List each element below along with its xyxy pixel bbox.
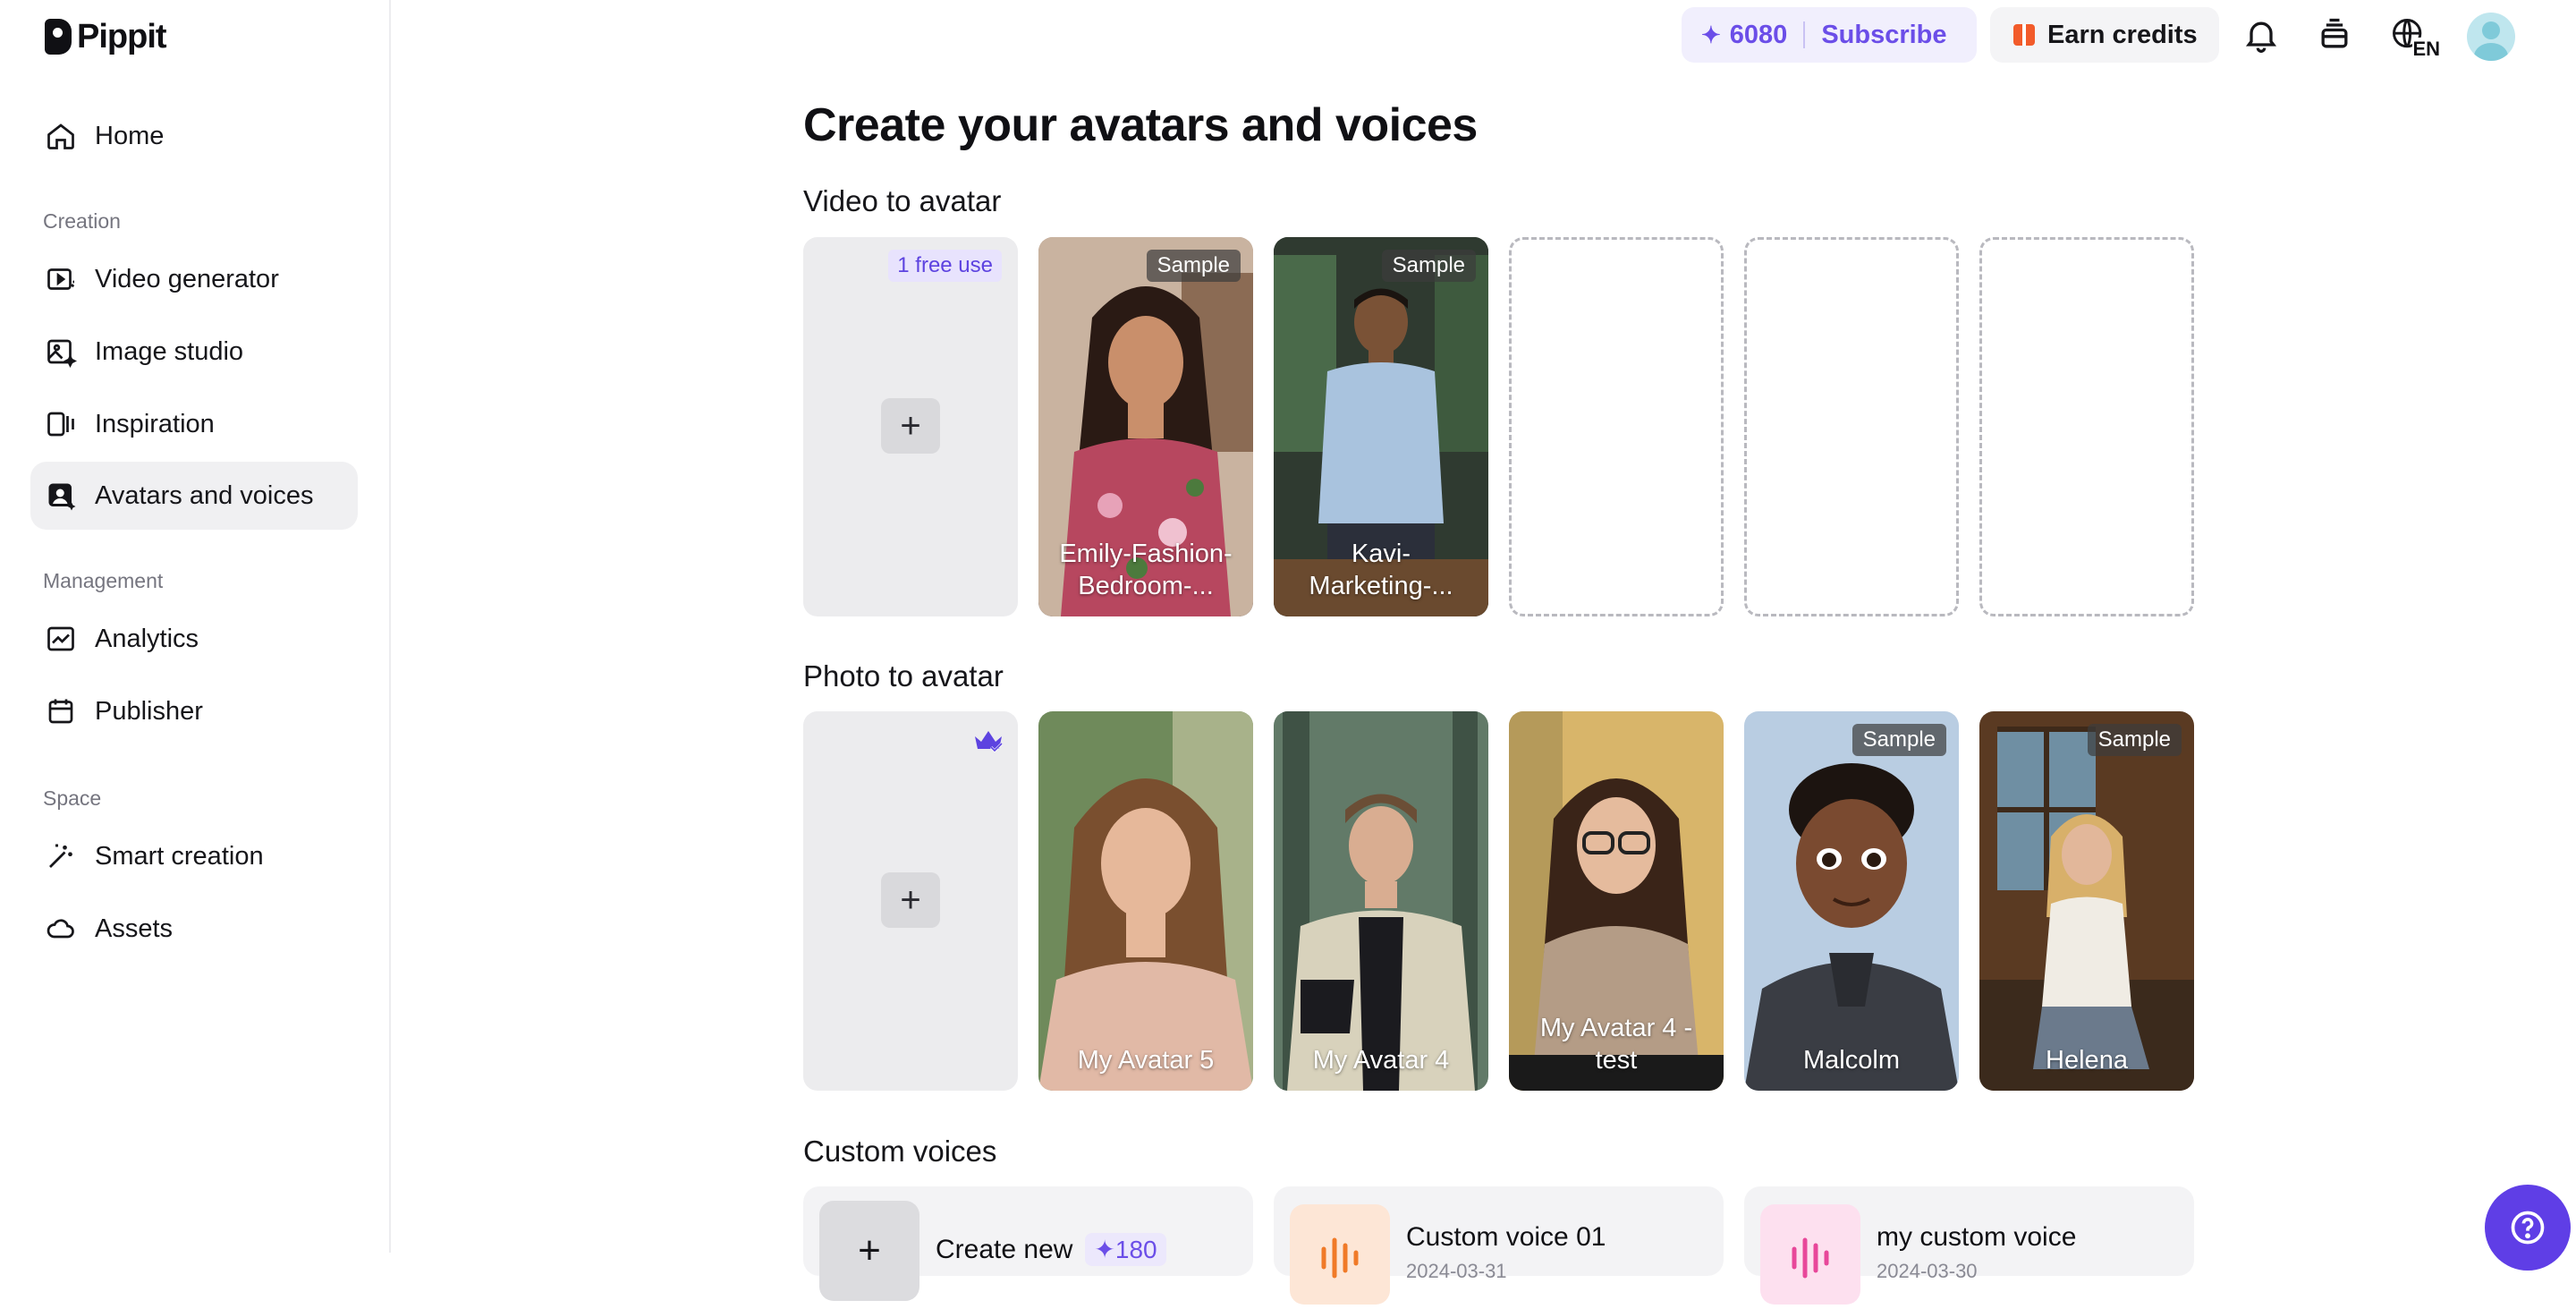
avatar-card-my-avatar-5[interactable]: My Avatar 5 [1038, 711, 1253, 1091]
avatar-card-label: Kavi-Marketing-... [1309, 540, 1453, 600]
voice-title: my custom voice [1877, 1222, 2077, 1252]
section-title-custom-voices: Custom voices [803, 1135, 997, 1168]
help-button[interactable] [2485, 1185, 2571, 1271]
free-use-badge: 1 free use [888, 250, 1002, 282]
voice-date: 2024-03-31 [1406, 1260, 1507, 1282]
section-title-photo-to-avatar: Photo to avatar [803, 659, 1004, 693]
empty-avatar-slot [1509, 237, 1724, 616]
avatar-card-helena[interactable]: Sample Helena [1979, 711, 2194, 1091]
avatar-card-label: Helena [2046, 1046, 2128, 1075]
sidebar-item-label: Inspiration [95, 409, 215, 438]
sparkle-icon: ✦ [1701, 21, 1721, 48]
section-label-management: Management [43, 569, 164, 592]
avatar-card-kavi[interactable]: Sample Kavi-Marketing-... [1274, 237, 1488, 616]
plus-icon: + [819, 1201, 919, 1301]
avatar-card-label: Malcolm [1803, 1046, 1900, 1075]
create-voice-card[interactable]: + Create new ✦180 [803, 1186, 1253, 1301]
layers-icon[interactable] [2312, 13, 2357, 57]
sparkle-icon: ✦ [1094, 1236, 1115, 1263]
avatar-portrait-image [1038, 711, 1253, 1091]
inspiration-icon [45, 408, 77, 440]
cloud-icon [45, 913, 77, 945]
voice-date: 2024-03-30 [1877, 1260, 1978, 1282]
avatar-card-label: My Avatar 5 [1077, 1046, 1215, 1075]
analytics-icon [45, 623, 77, 655]
voice-wave-icon [1290, 1204, 1390, 1305]
pippit-logo-icon [45, 19, 72, 55]
sidebar-item-publisher[interactable]: Publisher [30, 677, 358, 745]
sidebar-item-label: Video generator [95, 264, 279, 293]
notification-bell-icon[interactable] [2239, 13, 2284, 57]
create-video-avatar-card[interactable]: 1 free use + [803, 237, 1018, 616]
voice-card[interactable]: my custom voice 2024-03-30 [1744, 1186, 2194, 1305]
sidebar-item-label: Smart creation [95, 841, 264, 871]
sidebar-item-smart-creation[interactable]: Smart creation [30, 822, 358, 890]
section-title-video-to-avatar: Video to avatar [803, 184, 1002, 217]
sidebar: Pippit Home Creation Video generator Ima… [0, 0, 391, 1253]
empty-avatar-slot [1744, 237, 1959, 616]
sidebar-item-home[interactable]: Home [30, 102, 358, 170]
page-title: Create your avatars and voices [803, 99, 1478, 151]
avatar-portrait-image [1274, 711, 1488, 1091]
sidebar-item-label: Home [95, 121, 165, 150]
credits-count: 6080 [1729, 20, 1788, 49]
magic-wand-icon [45, 840, 77, 872]
subscribe-link[interactable]: Subscribe [1821, 21, 1946, 50]
plus-icon: + [881, 872, 940, 928]
credits-subscribe-pill[interactable]: ✦ 6080 Subscribe [1682, 7, 1977, 63]
create-cost: 180 [1114, 1236, 1157, 1263]
sidebar-item-analytics[interactable]: Analytics [30, 605, 358, 673]
home-icon [45, 120, 77, 152]
user-avatar[interactable] [2467, 13, 2515, 61]
empty-avatar-slot [1979, 237, 2194, 616]
sample-badge: Sample [1381, 250, 1476, 282]
sidebar-item-label: Assets [95, 914, 174, 943]
sidebar-item-image-studio[interactable]: Image studio [30, 318, 358, 386]
avatar-card-label: My Avatar 4 [1312, 1046, 1450, 1075]
avatar-card-label: My Avatar 4 - test [1539, 1014, 1693, 1075]
voice-wave-icon [1760, 1204, 1860, 1305]
image-studio-icon [45, 336, 77, 368]
earn-credits-button[interactable]: Earn credits [1990, 7, 2219, 63]
earn-credits-label: Earn credits [2047, 20, 2198, 49]
section-label-creation: Creation [43, 209, 121, 233]
crown-icon [975, 731, 1004, 753]
avatar-card-label: Emily-Fashion-Bedroom-... [1059, 540, 1233, 600]
pippit-logo[interactable]: Pippit [45, 16, 167, 57]
divider [1803, 21, 1806, 48]
sample-badge: Sample [2087, 724, 2182, 756]
sidebar-item-label: Avatars and voices [95, 480, 314, 510]
voice-card[interactable]: Custom voice 01 2024-03-31 [1274, 1186, 1724, 1305]
sidebar-item-label: Publisher [95, 696, 203, 726]
language-globe-icon[interactable]: EN [2386, 13, 2440, 61]
video-generator-icon [45, 263, 77, 295]
section-label-space: Space [43, 786, 102, 810]
sidebar-item-video-generator[interactable]: Video generator [30, 245, 358, 313]
create-new-label: Create new [936, 1234, 1073, 1264]
create-photo-avatar-card[interactable]: + [803, 711, 1018, 1091]
avatar-card-my-avatar-4[interactable]: My Avatar 4 [1274, 711, 1488, 1091]
avatar-portrait-image [1979, 711, 2194, 1091]
avatars-icon [45, 480, 77, 512]
sidebar-item-assets[interactable]: Assets [30, 895, 358, 963]
sample-badge: Sample [1852, 724, 1946, 756]
sidebar-item-avatars-and-voices[interactable]: Avatars and voices [30, 462, 358, 530]
avatar-portrait-image [1744, 711, 1959, 1091]
plus-icon: + [881, 398, 940, 454]
voice-title: Custom voice 01 [1406, 1222, 1606, 1252]
language-code: EN [2412, 38, 2440, 61]
avatar-card-emily[interactable]: Sample Emily-Fashion-Bedroom-... [1038, 237, 1253, 616]
sidebar-item-inspiration[interactable]: Inspiration [30, 390, 358, 458]
gift-icon [2013, 24, 2035, 46]
avatar-card-my-avatar-4-test[interactable]: My Avatar 4 - test [1509, 711, 1724, 1091]
sidebar-item-label: Analytics [95, 624, 199, 653]
sidebar-item-label: Image studio [95, 336, 244, 366]
app-name: Pippit [77, 17, 167, 55]
sample-badge: Sample [1146, 250, 1241, 282]
calendar-icon [45, 695, 77, 727]
question-mark-icon [2511, 1211, 2545, 1245]
avatar-card-malcolm[interactable]: Sample Malcolm [1744, 711, 1959, 1091]
